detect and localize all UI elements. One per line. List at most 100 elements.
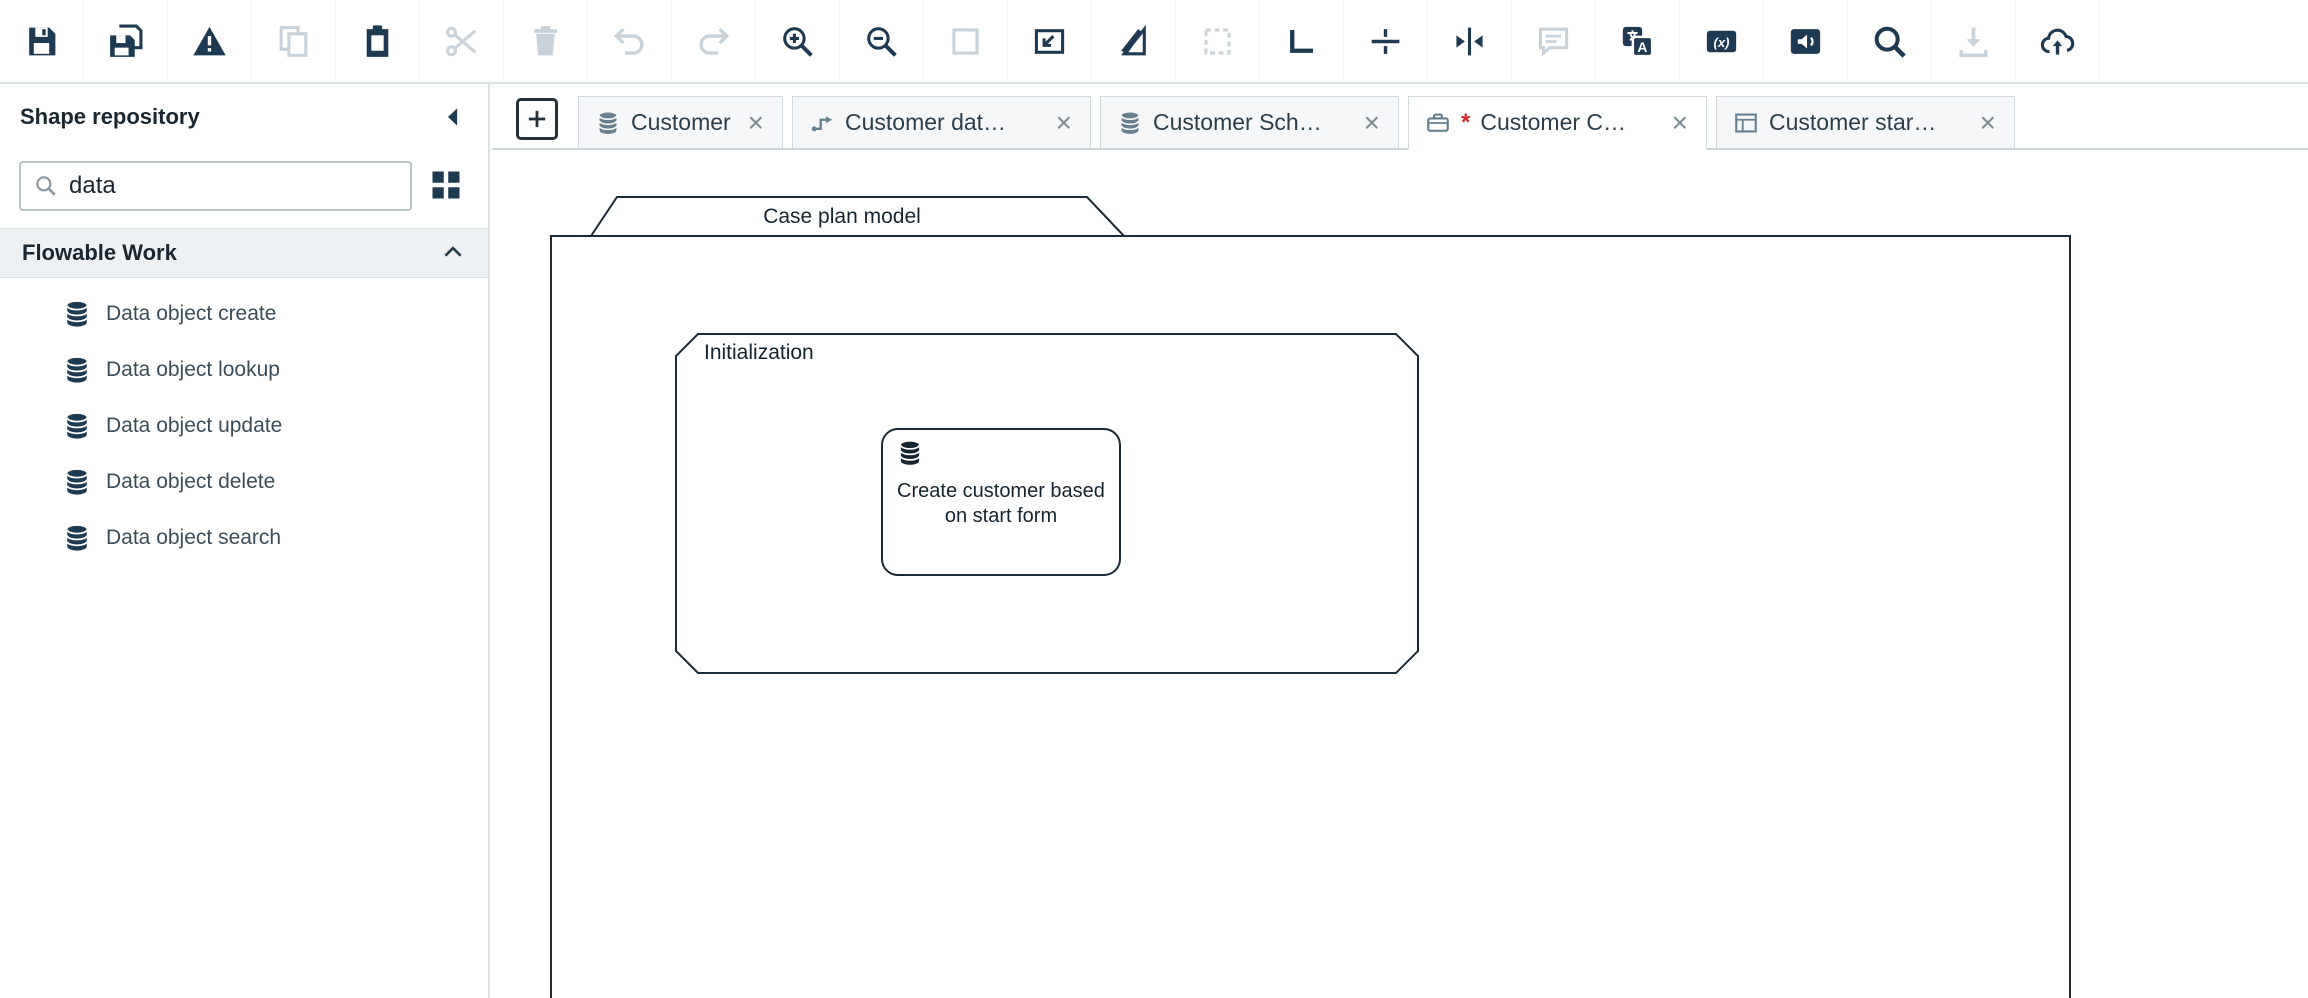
database-icon (1117, 110, 1143, 136)
grid-view-button[interactable] (428, 167, 466, 205)
comment-bubble-icon (1535, 23, 1572, 60)
form-icon (1733, 110, 1759, 136)
shape-repository-panel: Shape repository Flowable Work Data obje… (0, 84, 490, 998)
zoom-out-icon (863, 23, 900, 60)
section-flowable-work[interactable]: Flowable Work (0, 228, 488, 278)
pen-ruler-button[interactable] (1092, 0, 1176, 82)
save-as-icon (107, 23, 144, 60)
unsaved-marker: * (1461, 109, 1470, 137)
pen-ruler-icon (1115, 23, 1152, 60)
grid-icon (428, 167, 464, 203)
save-icon (23, 23, 60, 60)
shape-list: Data object create Data object lookup Da… (0, 278, 488, 566)
dashed-select-icon (1199, 23, 1236, 60)
tab-label: Customer (631, 109, 736, 136)
tab-customer-start[interactable]: Customer star… × (1716, 96, 2015, 150)
actual-size-button[interactable] (924, 0, 1008, 82)
cut-button[interactable] (420, 0, 504, 82)
undo-icon (611, 23, 648, 60)
shape-search-box (19, 161, 412, 211)
tab-label: Customer star… (1769, 109, 1968, 136)
shape-item-data-object-create[interactable]: Data object create (0, 286, 488, 342)
tab-label: Customer Sch… (1153, 109, 1352, 136)
align-center-button[interactable] (1428, 0, 1512, 82)
redo-button[interactable] (672, 0, 756, 82)
toolbar: A (x) (0, 0, 2308, 84)
shape-item-label: Data object update (106, 414, 282, 438)
case-plan-model-label: Case plan model (672, 205, 1012, 229)
tab-close-button[interactable]: × (746, 109, 766, 137)
database-icon (896, 439, 924, 467)
shape-item-label: Data object lookup (106, 358, 280, 382)
editor-area: Customer × Customer dat… × Customer Sch…… (492, 84, 2308, 998)
audio-icon (1787, 23, 1824, 60)
section-label: Flowable Work (22, 240, 177, 266)
database-icon (62, 523, 92, 553)
case-icon (1425, 110, 1451, 136)
shape-item-data-object-delete[interactable]: Data object delete (0, 454, 488, 510)
tab-label: Customer dat… (845, 109, 1044, 136)
multi-select-button[interactable] (1176, 0, 1260, 82)
search-icon (1871, 23, 1908, 60)
shape-repository-title: Shape repository (20, 104, 200, 130)
shape-search-row (0, 144, 488, 228)
fit-screen-button[interactable] (1008, 0, 1092, 82)
undo-button[interactable] (588, 0, 672, 82)
chevron-up-icon (440, 240, 466, 266)
corner-align-button[interactable] (1260, 0, 1344, 82)
tab-label: Customer C… (1480, 109, 1659, 136)
align-center-icon (1451, 23, 1488, 60)
find-button[interactable] (1848, 0, 1932, 82)
tab-close-button[interactable]: × (1362, 109, 1382, 137)
audio-button[interactable] (1764, 0, 1848, 82)
tab-close-button[interactable]: × (1054, 109, 1074, 137)
tab-close-button[interactable]: × (1670, 109, 1690, 137)
cloud-upload-icon (2039, 23, 2076, 60)
tab-customer[interactable]: Customer × (578, 96, 783, 150)
paste-button[interactable] (336, 0, 420, 82)
shape-item-data-object-search[interactable]: Data object search (0, 510, 488, 566)
save-as-button[interactable] (84, 0, 168, 82)
tab-close-button[interactable]: × (1978, 109, 1998, 137)
shape-item-data-object-update[interactable]: Data object update (0, 398, 488, 454)
comments-button[interactable] (1512, 0, 1596, 82)
add-tab-button[interactable] (516, 98, 558, 140)
align-middle-button[interactable] (1344, 0, 1428, 82)
redo-icon (695, 23, 732, 60)
diagram-canvas[interactable]: Case plan model Initialization Create cu… (492, 150, 2308, 998)
delete-button[interactable] (504, 0, 588, 82)
tab-customer-schema[interactable]: Customer Sch… × (1100, 96, 1399, 150)
save-button[interactable] (0, 0, 84, 82)
validate-button[interactable] (168, 0, 252, 82)
cloud-upload-button[interactable] (2016, 0, 2100, 82)
tab-customer-case[interactable]: * Customer C… × (1408, 96, 1707, 150)
zoom-in-button[interactable] (756, 0, 840, 82)
translate-icon: A (1619, 23, 1656, 60)
shape-item-label: Data object delete (106, 470, 275, 494)
fit-screen-icon (1031, 23, 1068, 60)
translations-button[interactable]: A (1596, 0, 1680, 82)
shape-item-data-object-lookup[interactable]: Data object lookup (0, 342, 488, 398)
copy-icon (275, 23, 312, 60)
database-icon (62, 467, 92, 497)
expressions-button[interactable]: (x) (1680, 0, 1764, 82)
align-middle-icon (1367, 23, 1404, 60)
tab-bar: Customer × Customer dat… × Customer Sch…… (492, 84, 2308, 150)
shape-search-input[interactable] (69, 172, 398, 200)
shape-item-label: Data object search (106, 526, 281, 550)
stage-label: Initialization (704, 341, 814, 365)
download-button[interactable] (1932, 0, 2016, 82)
scissors-icon (443, 23, 480, 60)
expression-icon: (x) (1703, 23, 1740, 60)
trash-icon (527, 23, 564, 60)
database-icon (62, 355, 92, 385)
database-icon (62, 411, 92, 441)
zoom-in-icon (779, 23, 816, 60)
copy-button[interactable] (252, 0, 336, 82)
task-create-customer[interactable]: Create customer based on start form (882, 429, 1120, 575)
square-icon (947, 23, 984, 60)
collapse-sidebar-button[interactable] (442, 104, 468, 130)
zoom-out-button[interactable] (840, 0, 924, 82)
svg-text:A: A (1637, 38, 1647, 54)
tab-customer-data[interactable]: Customer dat… × (792, 96, 1091, 150)
